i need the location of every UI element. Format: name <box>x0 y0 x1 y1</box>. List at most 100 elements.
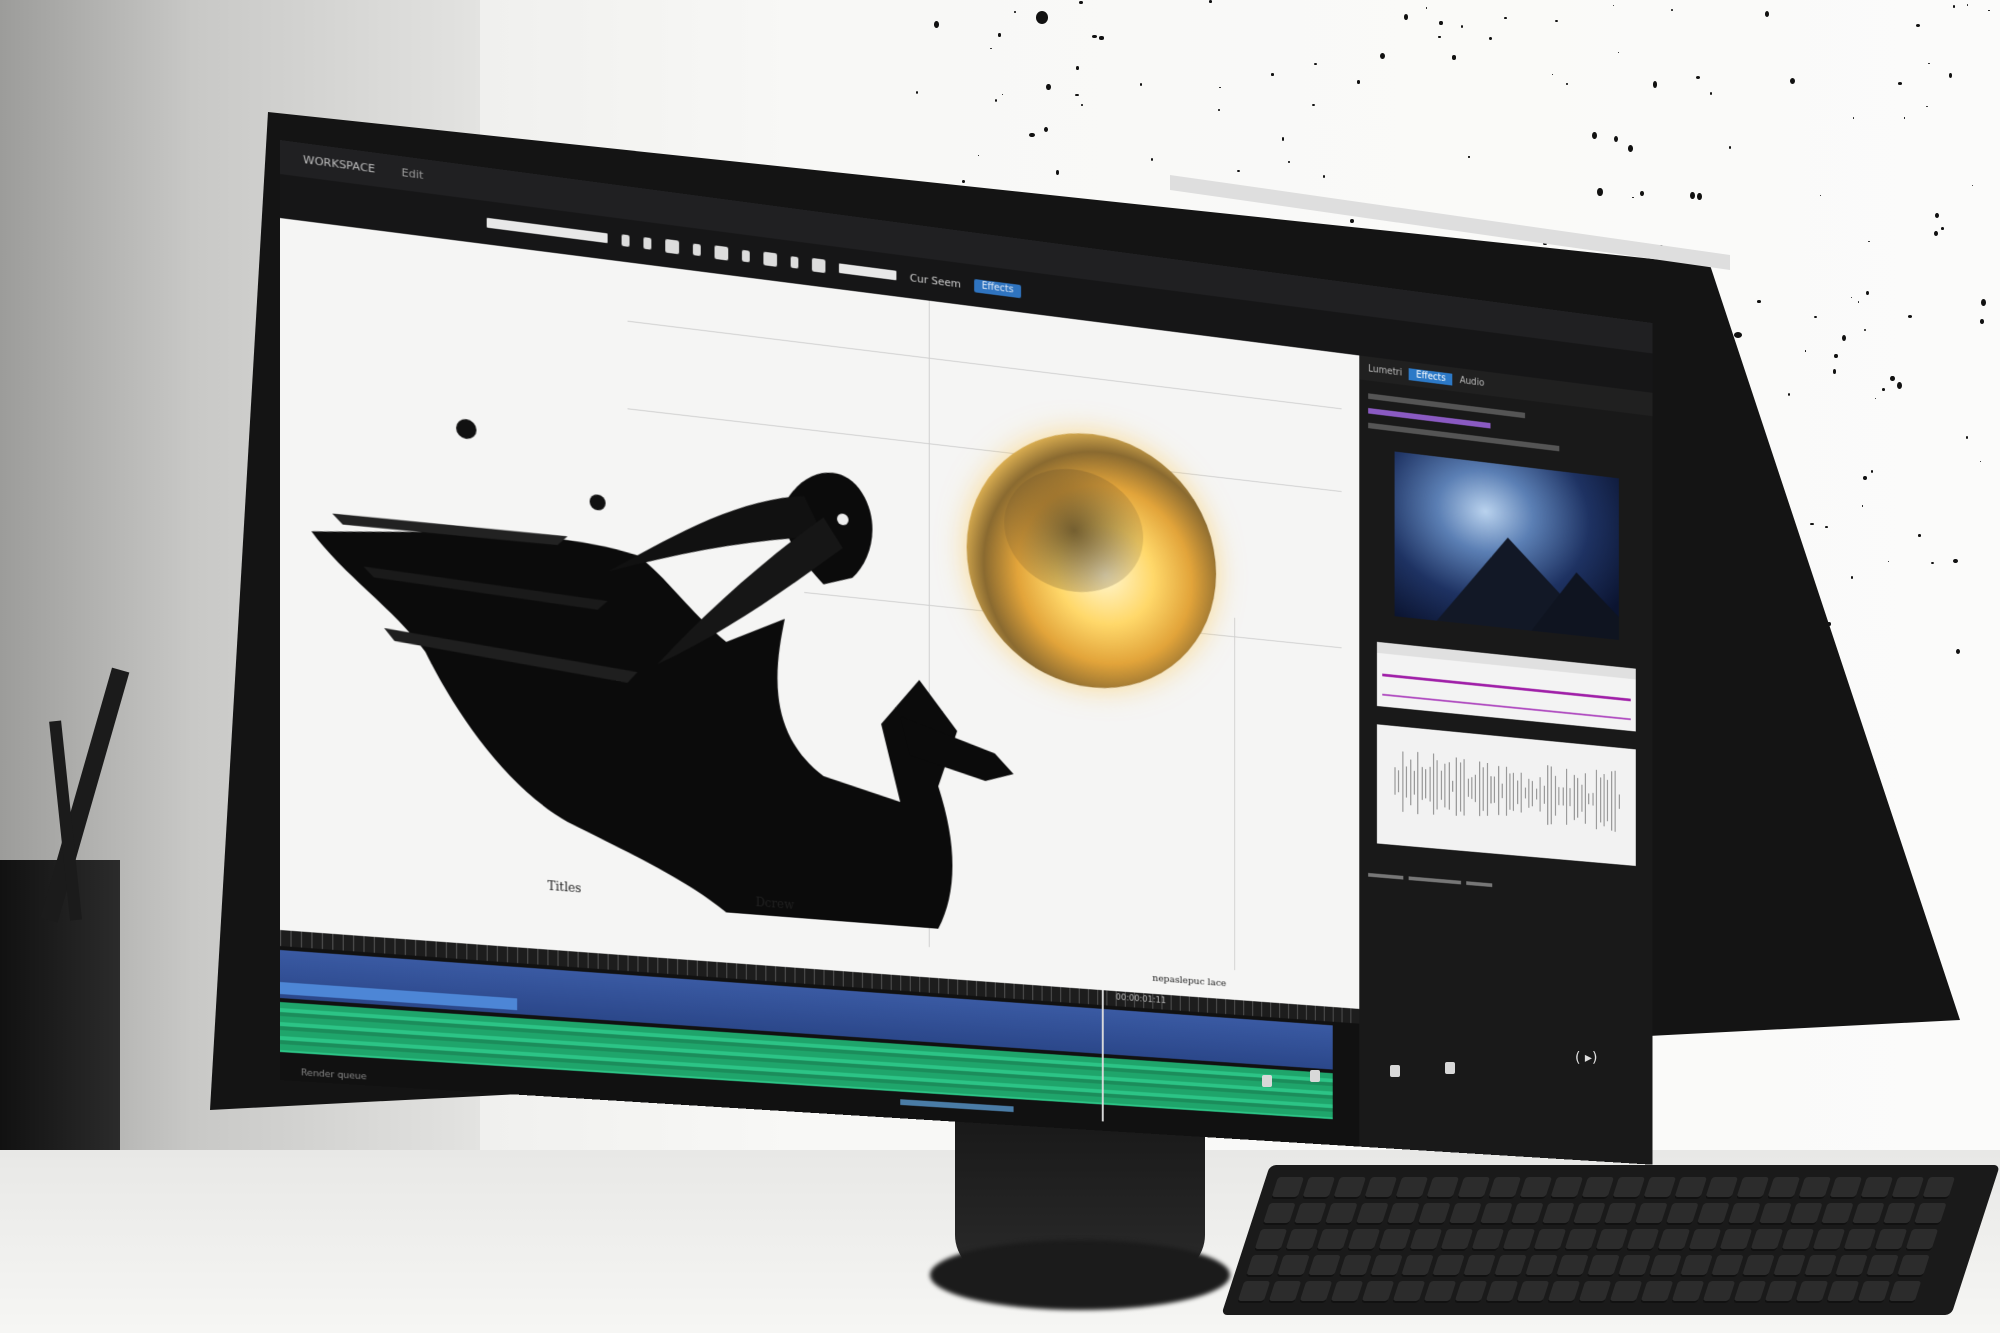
keyboard-key[interactable] <box>1254 1229 1288 1251</box>
keyboard-key[interactable] <box>1671 1281 1705 1303</box>
keyboard-key[interactable] <box>1609 1281 1643 1303</box>
keyboard-key[interactable] <box>1733 1281 1767 1303</box>
power-icon[interactable]: ( ▸) <box>1575 1050 1597 1066</box>
keyboard-key[interactable] <box>1603 1203 1637 1225</box>
search-label[interactable]: Cur Seem <box>910 271 961 290</box>
tool-icon[interactable] <box>643 237 652 250</box>
keyboard-key[interactable] <box>1400 1255 1434 1277</box>
panel-row[interactable] <box>1368 422 1560 452</box>
keyboard-key[interactable] <box>1270 1177 1305 1199</box>
program-monitor-canvas[interactable]: Titles Dcrew nepaslepuc lace <box>280 218 1360 1009</box>
keyboard-key[interactable] <box>1516 1281 1550 1303</box>
keyboard-key[interactable] <box>1888 1281 1922 1303</box>
keyboard-key[interactable] <box>1392 1281 1426 1303</box>
keyboard-key[interactable] <box>1828 1177 1863 1199</box>
keyboard-key[interactable] <box>1890 1177 1925 1199</box>
keyboard-key[interactable] <box>1611 1177 1646 1199</box>
keyboard-key[interactable] <box>1834 1255 1868 1277</box>
playhead[interactable] <box>1101 990 1104 1122</box>
keyboard-key[interactable] <box>1640 1281 1674 1303</box>
keyboard-key[interactable] <box>1456 1177 1491 1199</box>
keyboard-key[interactable] <box>1423 1281 1457 1303</box>
keyboard-key[interactable] <box>1859 1177 1894 1199</box>
keyboard-key[interactable] <box>1361 1281 1395 1303</box>
keyboard-key[interactable] <box>1541 1203 1575 1225</box>
keyboard-key[interactable] <box>1578 1281 1612 1303</box>
select-tool-icon[interactable] <box>665 238 680 255</box>
keyboard-key[interactable] <box>1642 1177 1677 1199</box>
keyboard-key[interactable] <box>1307 1255 1341 1277</box>
keyboard-key[interactable] <box>1710 1255 1744 1277</box>
tab-audio[interactable]: Audio <box>1460 375 1485 388</box>
keyboard-key[interactable] <box>1510 1203 1544 1225</box>
keyboard-key[interactable] <box>1547 1281 1581 1303</box>
keyboard-key[interactable] <box>1657 1229 1691 1251</box>
keyboard-key[interactable] <box>1789 1203 1823 1225</box>
tool-icon[interactable] <box>790 256 799 269</box>
keyboard-key[interactable] <box>1324 1203 1358 1225</box>
keyboard-key[interactable] <box>1479 1203 1513 1225</box>
tool-icon[interactable] <box>741 249 750 263</box>
keyboard-key[interactable] <box>1549 1177 1584 1199</box>
keyboard-key[interactable] <box>1750 1229 1784 1251</box>
keyboard-key[interactable] <box>1851 1203 1885 1225</box>
keyboard-key[interactable] <box>1454 1281 1488 1303</box>
keyboard-key[interactable] <box>1409 1229 1443 1251</box>
keyboard-key[interactable] <box>1276 1255 1310 1277</box>
monitor-button[interactable] <box>1310 1070 1320 1082</box>
keyboard-key[interactable] <box>1688 1229 1722 1251</box>
keyboard-key[interactable] <box>1702 1281 1736 1303</box>
keyboard-key[interactable] <box>1386 1203 1420 1225</box>
keyboard-key[interactable] <box>1781 1229 1815 1251</box>
keyboard-key[interactable] <box>1417 1203 1451 1225</box>
keyboard-key[interactable] <box>1431 1255 1465 1277</box>
keyboard-key[interactable] <box>1727 1203 1761 1225</box>
keyboard-key[interactable] <box>1564 1229 1598 1251</box>
keyboard-key[interactable] <box>1905 1229 1939 1251</box>
menu-edit[interactable]: Edit <box>401 166 423 182</box>
keyboard-key[interactable] <box>1462 1255 1496 1277</box>
footer-control[interactable] <box>1466 881 1493 888</box>
hand-tool-icon[interactable] <box>763 251 778 267</box>
keyboard-key[interactable] <box>1764 1281 1798 1303</box>
keyboard-key[interactable] <box>1758 1203 1792 1225</box>
keyboard-key[interactable] <box>1795 1281 1829 1303</box>
source-preview-thumbnail[interactable] <box>1394 451 1619 640</box>
keyboard-key[interactable] <box>1524 1255 1558 1277</box>
keyboard-key[interactable] <box>1555 1255 1589 1277</box>
footer-control[interactable] <box>1368 872 1404 880</box>
keyboard-key[interactable] <box>1766 1177 1801 1199</box>
keyboard-key[interactable] <box>1665 1203 1699 1225</box>
keyboard-key[interactable] <box>1301 1177 1336 1199</box>
keyboard-key[interactable] <box>1262 1203 1296 1225</box>
razor-tool-icon[interactable] <box>714 245 729 261</box>
keyboard-key[interactable] <box>1363 1177 1398 1199</box>
keyboard-key[interactable] <box>1735 1177 1770 1199</box>
keyboard-key[interactable] <box>1485 1281 1519 1303</box>
footer-control[interactable] <box>1408 876 1462 885</box>
keyboard-key[interactable] <box>1673 1177 1708 1199</box>
keyboard-key[interactable] <box>1696 1203 1730 1225</box>
keyboard-key[interactable] <box>1921 1177 1956 1199</box>
keyboard-key[interactable] <box>1338 1255 1372 1277</box>
keyboard-key[interactable] <box>1857 1281 1891 1303</box>
keyboard-key[interactable] <box>1896 1255 1930 1277</box>
keyboard-key[interactable] <box>1617 1255 1651 1277</box>
keyboard-key[interactable] <box>1648 1255 1682 1277</box>
keyboard-key[interactable] <box>1502 1229 1536 1251</box>
keyboard-key[interactable] <box>1493 1255 1527 1277</box>
keyboard-key[interactable] <box>1741 1255 1775 1277</box>
keyboard-key[interactable] <box>1865 1255 1899 1277</box>
keyboard-key[interactable] <box>1268 1281 1302 1303</box>
keyboard-key[interactable] <box>1719 1229 1753 1251</box>
keyboard-key[interactable] <box>1812 1229 1846 1251</box>
zoom-field[interactable] <box>838 263 897 281</box>
keyboard-key[interactable] <box>1634 1203 1668 1225</box>
monitor-button[interactable] <box>1445 1062 1455 1074</box>
keyboard-key[interactable] <box>1826 1281 1860 1303</box>
keyboard-key[interactable] <box>1803 1255 1837 1277</box>
keyboard-key[interactable] <box>1355 1203 1389 1225</box>
keyboard-key[interactable] <box>1487 1177 1522 1199</box>
keyboard-key[interactable] <box>1820 1203 1854 1225</box>
keyboard-key[interactable] <box>1882 1203 1916 1225</box>
